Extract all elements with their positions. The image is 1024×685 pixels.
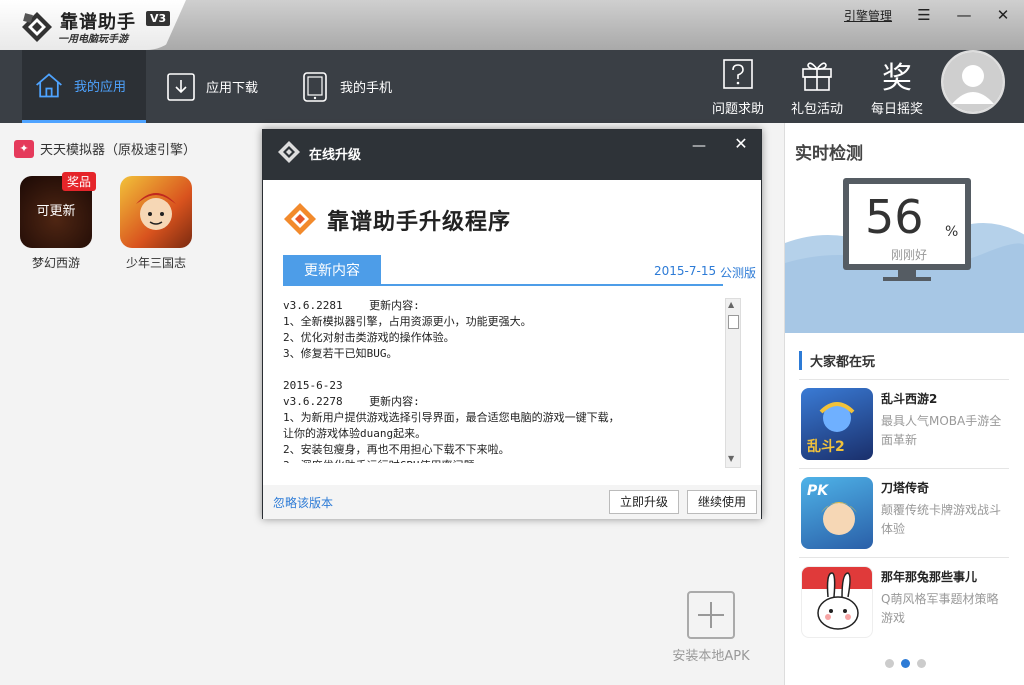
app-item[interactable]: 可更新 奖品 梦幻西游 bbox=[16, 172, 96, 271]
logo-icon bbox=[22, 12, 52, 42]
dialog-close-icon[interactable]: ✕ bbox=[731, 134, 751, 153]
download-icon bbox=[166, 72, 196, 102]
version-badge: V3 bbox=[146, 11, 171, 26]
gift-button[interactable]: 礼包活动 bbox=[785, 56, 849, 117]
app-subtitle: 一用电脑玩手游 bbox=[58, 34, 128, 45]
notes-scrollbar[interactable]: ▲ ▼ bbox=[725, 298, 741, 468]
app-window: 靠谱助手 V3 一用电脑玩手游 引擎管理 ☰ — ✕ 我的应用 应用下载 我的手… bbox=[0, 0, 1024, 685]
dialog-minimize-icon[interactable]: — bbox=[689, 138, 709, 154]
game-item[interactable]: 乱斗2 乱斗西游2 最具人气MOBA手游全面革新 bbox=[799, 379, 1009, 469]
app-item[interactable]: 少年三国志 bbox=[116, 176, 196, 271]
tab-update-content[interactable]: 更新内容 bbox=[283, 255, 381, 285]
upgrade-logo-icon bbox=[284, 203, 316, 235]
lottery-label: 每日摇奖 bbox=[870, 102, 923, 117]
install-apk-label: 安装本地APK bbox=[672, 649, 750, 664]
game-name: 那年那兔那些事儿 bbox=[881, 570, 978, 584]
game-name: 乱斗西游2 bbox=[881, 392, 938, 406]
game-item[interactable]: PK 刀塔传奇 颠覆传统卡牌游戏战斗体验 bbox=[799, 468, 1009, 558]
carousel-dot[interactable] bbox=[917, 659, 926, 668]
realtime-unit: % bbox=[945, 224, 959, 240]
tab-label: 应用下载 bbox=[206, 81, 259, 96]
engine-manage-link[interactable]: 引擎管理 bbox=[844, 7, 892, 24]
install-local-apk-button[interactable]: 安装本地APK bbox=[668, 591, 754, 664]
update-overlay: 可更新 bbox=[36, 204, 76, 219]
app-name: 梦幻西游 bbox=[31, 256, 80, 270]
gift-icon bbox=[800, 58, 834, 92]
tab-my-apps[interactable]: 我的应用 bbox=[22, 50, 146, 123]
plus-icon bbox=[687, 591, 735, 639]
realtime-status: 刚刚好 bbox=[891, 248, 928, 262]
minimize-icon[interactable]: — bbox=[953, 4, 975, 26]
scroll-up-icon[interactable]: ▲ bbox=[728, 300, 734, 309]
gift-label: 礼包活动 bbox=[790, 102, 843, 117]
menu-icon[interactable]: ☰ bbox=[913, 4, 935, 26]
logo-area: 靠谱助手 V3 一用电脑玩手游 bbox=[0, 0, 186, 50]
scroll-thumb[interactable] bbox=[728, 315, 739, 329]
release-date: 2015-7-15 bbox=[654, 264, 717, 278]
phone-icon bbox=[300, 71, 330, 102]
help-icon bbox=[721, 58, 755, 92]
dialog-body: 靠谱助手升级程序 更新内容 2015-7-15 公测版 v3.6.2281 更新… bbox=[263, 180, 761, 485]
version-link[interactable]: 公测版 bbox=[720, 264, 756, 281]
tab-underline bbox=[283, 284, 723, 286]
ignore-version-link[interactable]: 忽略该版本 bbox=[273, 494, 333, 511]
update-notes: v3.6.2281 更新内容: 1、全新模拟器引擎，占用资源更小，功能更强大。 … bbox=[283, 299, 620, 463]
emulator-header: ✦ 天天模拟器（原极速引擎） bbox=[14, 139, 196, 158]
tab-my-phone[interactable]: 我的手机 bbox=[300, 50, 420, 123]
popular-title: 大家都在玩 bbox=[799, 351, 875, 370]
help-button[interactable]: 问题求助 bbox=[706, 56, 770, 117]
monitor-base bbox=[883, 277, 931, 281]
game-icon-text: 乱斗2 bbox=[807, 439, 845, 455]
user-avatar[interactable] bbox=[941, 50, 1005, 114]
dialog-title: 在线升级 bbox=[309, 148, 362, 163]
game-icon: 乱斗2 bbox=[801, 388, 873, 460]
home-icon bbox=[34, 70, 64, 100]
tab-label: 我的应用 bbox=[74, 79, 127, 95]
game-name: 刀塔传奇 bbox=[881, 481, 930, 495]
close-icon[interactable]: ✕ bbox=[992, 4, 1014, 26]
app-icon bbox=[120, 176, 192, 248]
tab-label: 我的手机 bbox=[340, 81, 393, 96]
game-desc: 颠覆传统卡牌游戏战斗体验 bbox=[881, 503, 1002, 536]
upgrade-now-button[interactable]: 立即升级 bbox=[609, 490, 680, 514]
game-icon-text: PK bbox=[807, 483, 829, 499]
realtime-value: 56 bbox=[865, 190, 924, 244]
game-desc: Q萌风格军事题材策略游戏 bbox=[881, 592, 999, 625]
main-nav: 我的应用 应用下载 我的手机 问题求助 礼包活动 奖 每日摇奖 bbox=[0, 50, 1024, 123]
continue-button[interactable]: 继续使用 bbox=[687, 490, 758, 514]
realtime-monitor: 56 % 刚刚好 bbox=[785, 173, 1024, 333]
lottery-icon: 奖 bbox=[882, 61, 912, 96]
tab-app-download[interactable]: 应用下载 bbox=[166, 50, 286, 123]
dialog-header: 在线升级 — ✕ bbox=[263, 130, 761, 180]
update-dialog: 在线升级 — ✕ 靠谱助手升级程序 更新内容 2015-7-15 公测版 v3.… bbox=[262, 129, 762, 519]
realtime-title: 实时检测 bbox=[795, 144, 863, 164]
carousel-dot[interactable] bbox=[885, 659, 894, 668]
emulator-icon: ✦ bbox=[14, 139, 34, 158]
lottery-button[interactable]: 奖 每日摇奖 bbox=[865, 56, 929, 117]
emulator-label: 天天模拟器（原极速引擎） bbox=[40, 143, 197, 158]
title-bar: 靠谱助手 V3 一用电脑玩手游 引擎管理 ☰ — ✕ bbox=[0, 0, 1024, 50]
carousel-dot-active[interactable] bbox=[901, 659, 910, 668]
dialog-heading: 靠谱助手升级程序 bbox=[327, 210, 512, 235]
prize-tag: 奖品 bbox=[62, 172, 96, 191]
game-icon: PK bbox=[801, 477, 873, 549]
monitor-frame: 56 % 刚刚好 bbox=[843, 178, 971, 270]
game-desc: 最具人气MOBA手游全面革新 bbox=[881, 414, 1002, 447]
right-panel: 实时检测 56 % 刚刚好 大家都在玩 乱斗2 乱斗西游2 最具人气MOBA手游… bbox=[784, 123, 1024, 685]
scroll-down-icon[interactable]: ▼ bbox=[728, 454, 734, 463]
game-item[interactable]: 那年那兔那些事儿 Q萌风格军事题材策略游戏 bbox=[799, 557, 1009, 647]
game-icon bbox=[801, 566, 873, 638]
help-label: 问题求助 bbox=[711, 102, 764, 117]
dialog-footer: 忽略该版本 立即升级 继续使用 bbox=[263, 485, 761, 519]
app-name: 少年三国志 bbox=[125, 256, 186, 270]
logo-icon bbox=[278, 141, 300, 163]
